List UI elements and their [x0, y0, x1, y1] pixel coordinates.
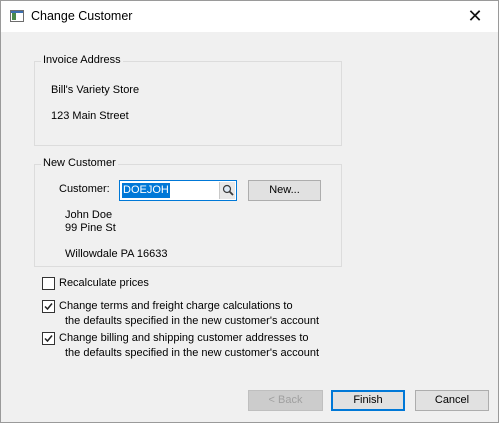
- cancel-button[interactable]: Cancel: [415, 390, 489, 411]
- customer-label: Customer:: [59, 183, 110, 195]
- customer-city-line: Willowdale PA 16633: [65, 248, 168, 260]
- change-terms-label-line1: Change terms and freight charge calculat…: [59, 300, 293, 312]
- new-customer-legend: New Customer: [41, 157, 118, 169]
- change-terms-label-line2: the defaults specified in the new custom…: [65, 315, 320, 327]
- change-terms-checkbox[interactable]: [42, 300, 55, 313]
- new-customer-button[interactable]: New...: [248, 180, 321, 201]
- invoice-street: 123 Main Street: [51, 110, 129, 122]
- back-button[interactable]: < Back: [248, 390, 323, 411]
- customer-lookup-button[interactable]: [219, 182, 235, 199]
- title-bar[interactable]: Change Customer ✕: [1, 1, 498, 32]
- checkmark-icon: [44, 303, 53, 311]
- recalculate-prices-label: Recalculate prices: [59, 277, 149, 289]
- close-button[interactable]: ✕: [452, 1, 498, 32]
- change-addresses-label-line2: the defaults specified in the new custom…: [65, 347, 320, 359]
- customer-street: 99 Pine St: [65, 222, 116, 234]
- invoice-name: Bill's Variety Store: [51, 84, 140, 96]
- finish-button[interactable]: Finish: [331, 390, 405, 411]
- invoice-address-legend: Invoice Address: [41, 54, 123, 66]
- checkmark-icon: [44, 335, 53, 343]
- customer-input[interactable]: DOEJOH: [119, 180, 237, 201]
- customer-input-value: DOEJOH: [122, 183, 170, 198]
- change-addresses-label-line1: Change billing and shipping customer add…: [59, 332, 309, 344]
- change-addresses-checkbox[interactable]: [42, 332, 55, 345]
- change-customer-dialog: Change Customer ✕ Invoice Address Bill's…: [0, 0, 499, 423]
- recalculate-prices-checkbox[interactable]: [42, 277, 55, 290]
- customer-name: John Doe: [65, 209, 113, 221]
- window-icon: [10, 10, 24, 22]
- window-title: Change Customer: [31, 9, 133, 23]
- invoice-address-group: Invoice Address: [34, 54, 342, 146]
- magnifier-icon: [222, 184, 234, 196]
